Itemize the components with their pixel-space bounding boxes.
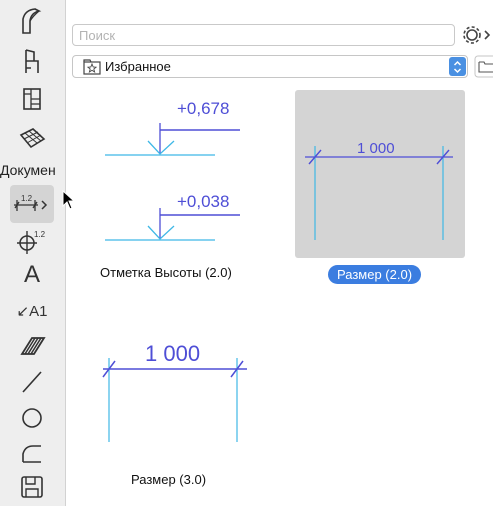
drawing-tool[interactable] [10,468,54,506]
line-tool[interactable] [10,363,54,401]
level-dimension-tool[interactable]: 1.2 [10,222,54,260]
chair-icon [25,49,39,73]
object-tool[interactable] [10,42,54,80]
label-glyph: A1 [29,303,48,320]
linear-dimension-icon: 1.2 [14,194,48,211]
polyline-icon [22,445,41,463]
folder-icon [474,55,493,78]
label-tool[interactable]: ↙A1 [10,292,54,330]
dimension-3-value: 1 000 [145,341,201,366]
level-dimension-icon: 1.2 [17,230,46,254]
fill-tool[interactable] [10,327,54,365]
gear-icon [463,26,491,44]
mesh-icon [19,128,46,149]
drawing-icon [21,476,43,498]
level-glyph: 1.2 [34,230,46,239]
section-label: Докумен [0,162,56,178]
stair-tool[interactable] [10,80,54,118]
item-label: Отметка Высоты (2.0) [100,265,232,280]
dimension-value: 1 000 [357,140,395,157]
item-label: Размер (3.0) [131,472,207,487]
mouse-cursor-icon [62,190,76,210]
wall-tool[interactable] [10,2,54,40]
circle-icon [22,408,42,428]
text-tool[interactable]: A [10,256,54,294]
stair-icon [23,88,41,110]
item-elevation-mark[interactable]: +0,678 +0,038 Отметка Высоты (2.0) [100,95,260,285]
tool-palette: Докумен 1.2 1.2 A ↙A1 [0,0,66,506]
star-folder-icon [83,59,101,75]
dropdown-arrows-icon [449,57,466,76]
polyline-tool[interactable] [10,434,54,472]
folder-button[interactable] [474,55,493,78]
item-dimension-3[interactable]: 1 000 Размер (3.0) [95,340,255,500]
mesh-tool[interactable] [10,119,54,157]
label-icon: ↙A1 [16,303,48,320]
fill-icon [20,337,46,355]
favorites-label: Избранное [105,59,171,74]
item-dimension-2-label[interactable]: Размер (2.0) [328,265,422,284]
item-dimension-2-thumbnail[interactable]: 1 000 [295,90,465,258]
circle-tool[interactable] [10,399,54,437]
elevation-value-upper: +0,678 [177,99,230,118]
elevation-mark-drawing [105,123,240,241]
favorites-dropdown[interactable]: Избранное [72,55,468,78]
elevation-value-lower: +0,038 [177,192,230,211]
linear-dimension-tool[interactable]: 1.2 [10,185,54,223]
line-icon [22,371,42,393]
search-input[interactable] [72,24,455,46]
wall-icon [22,8,42,34]
settings-button[interactable] [461,22,493,48]
text-icon: A [23,261,40,288]
dimension-glyph: 1.2 [21,194,33,203]
dimension-drawing [305,146,453,240]
